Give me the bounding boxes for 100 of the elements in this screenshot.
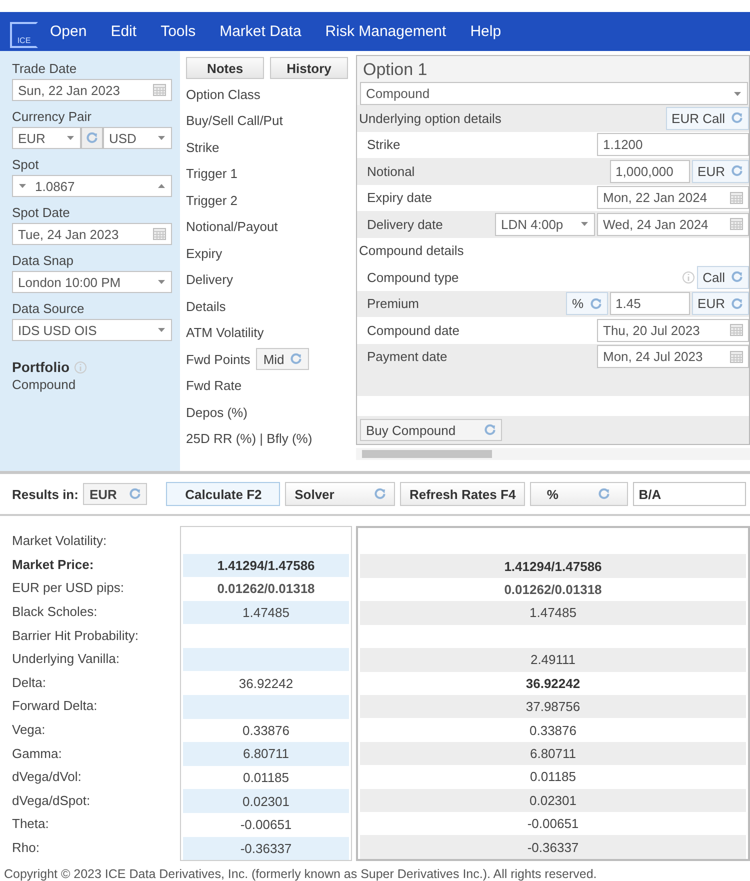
- refresh-icon: [598, 488, 610, 500]
- toggle-button[interactable]: EUR Call: [666, 106, 749, 130]
- menu-item[interactable]: Risk Management: [325, 23, 446, 40]
- row-label: Expiry date: [367, 190, 432, 206]
- portfolio-value: Compound: [12, 377, 77, 392]
- tab-button[interactable]: History: [270, 57, 348, 79]
- portfolio-label: Portfolio: [12, 359, 70, 375]
- calendar-icon: [153, 228, 166, 240]
- result-label: Black Scholes:: [12, 603, 98, 622]
- table-cell: 2.49111: [360, 648, 746, 672]
- result-label: Market Volatility:: [12, 532, 108, 550]
- refresh-icon: [484, 424, 496, 436]
- result-label: Barrier Hit Probability:: [12, 626, 140, 645]
- refresh-icon: [86, 132, 98, 144]
- table-cell-text: -0.00651: [526, 815, 580, 834]
- row-label: Delivery: [186, 272, 233, 288]
- result-label: Theta:: [12, 815, 50, 834]
- refresh-icon: [731, 112, 743, 124]
- table-cell: 1.41294/1.47586: [360, 554, 746, 578]
- table-cell: 0.02301: [183, 789, 349, 813]
- date-field[interactable]: Sun, 22 Jan 2023: [12, 79, 172, 101]
- toggle-button[interactable]: EUR: [83, 483, 148, 505]
- toggle-button[interactable]: EUR: [692, 292, 749, 316]
- row-label: Strike: [186, 140, 220, 155]
- caret-icon: [18, 183, 27, 189]
- menu-item[interactable]: Help: [470, 23, 502, 40]
- swap-button[interactable]: [81, 127, 103, 149]
- input-field[interactable]: 1.45: [610, 292, 690, 316]
- row-label: Expiry: [186, 246, 222, 261]
- toggle-button[interactable]: Mid: [256, 348, 310, 370]
- result-label: Underlying Vanilla:: [12, 650, 120, 668]
- refresh-icon: [731, 298, 743, 310]
- table-cell-text: 0.33876: [242, 722, 290, 740]
- spinner-field[interactable]: 1.0867: [12, 175, 172, 197]
- table-cell-text: 0.01262/0.01318: [503, 581, 603, 600]
- dropdown[interactable]: IDS USD OIS: [12, 319, 172, 341]
- results-label: Results in:: [12, 486, 78, 502]
- dropdown[interactable]: USD: [103, 127, 172, 149]
- caret-icon: [66, 135, 75, 141]
- result-label: Rho:: [12, 839, 40, 858]
- menu-item[interactable]: Market Data: [220, 23, 302, 40]
- toggle-button[interactable]: %: [566, 292, 608, 316]
- table-cell: 6.80711: [360, 742, 746, 766]
- result-label: EUR per USD pips:: [12, 579, 125, 598]
- toggle-button[interactable]: EUR: [692, 160, 749, 183]
- field-label: Currency Pair: [12, 109, 92, 124]
- row-label: Fwd Rate: [186, 378, 242, 394]
- result-label: dVega/dSpot:: [12, 792, 92, 810]
- logo-text: ICE: [17, 36, 31, 46]
- toggle-button[interactable]: Solver: [285, 482, 396, 506]
- calculate-button[interactable]: Calculate F2: [166, 482, 280, 506]
- date-field[interactable]: Mon, 24 Jul 2023: [597, 345, 749, 368]
- table-cell-text: 0.33876: [528, 722, 578, 740]
- date-field[interactable]: Thu, 20 Jul 2023: [597, 318, 749, 342]
- date-field[interactable]: Tue, 24 Jan 2023: [12, 223, 172, 245]
- table-cell: 1.47485: [360, 601, 746, 625]
- dropdown[interactable]: Compound: [360, 82, 748, 105]
- field-label: Spot Date: [12, 205, 71, 220]
- table-cell: 1.41294/1.47586: [183, 554, 349, 578]
- field-label: Data Snap: [12, 253, 74, 268]
- row-label: Option Class: [186, 86, 260, 102]
- input-field[interactable]: 1.1200: [597, 133, 749, 156]
- caret-icon: [580, 221, 589, 228]
- result-label: Gamma:: [12, 744, 63, 763]
- scrollbar[interactable]: [356, 448, 750, 460]
- info-icon: [682, 270, 695, 284]
- refresh-button[interactable]: Refresh Rates F4: [400, 482, 525, 506]
- toggle-button[interactable]: %: [530, 482, 628, 506]
- result-label: dVega/dVol:: [12, 768, 82, 786]
- menu-item[interactable]: Tools: [160, 23, 196, 40]
- date-field[interactable]: Wed, 24 Jan 2024: [597, 212, 749, 236]
- table-cell-text: 0.01262/0.01318: [216, 580, 316, 598]
- refresh-icon: [731, 271, 743, 284]
- toggle-button[interactable]: Buy Compound: [360, 419, 502, 441]
- menu-item[interactable]: Open: [50, 23, 87, 40]
- field-label: Trade Date: [12, 61, 78, 76]
- row-label: Details: [186, 298, 226, 314]
- table-cell-text: 36.92242: [524, 674, 582, 693]
- date-field[interactable]: Mon, 22 Jan 2024: [597, 186, 749, 210]
- table-cell: -0.36337: [183, 836, 349, 860]
- input-field[interactable]: B/A: [632, 482, 746, 506]
- row-label: Trigger 2: [186, 192, 238, 208]
- row-label: Strike: [367, 137, 400, 152]
- dropdown[interactable]: EUR: [12, 127, 81, 149]
- caret-icon: [157, 135, 166, 141]
- row-label: Payment date: [367, 349, 448, 364]
- input-field[interactable]: 1,000,000: [610, 160, 690, 183]
- caret-icon: [157, 183, 166, 189]
- menu-item[interactable]: Edit: [110, 23, 137, 40]
- row-label: ATM Volatility: [186, 325, 264, 340]
- dropdown[interactable]: London 10:00 PM: [12, 271, 172, 293]
- refresh-icon: [731, 165, 743, 178]
- toggle-button[interactable]: Call: [696, 266, 749, 289]
- scroll-thumb[interactable]: [362, 450, 492, 458]
- row-label: Buy/Sell Call/Put: [186, 113, 283, 128]
- row-label: Compound type: [367, 270, 459, 285]
- table-cell-text: 0.01185: [242, 769, 290, 788]
- tab-button[interactable]: Notes: [186, 57, 264, 79]
- dropdown[interactable]: LDN 4:00p: [495, 212, 595, 236]
- row-label: Fwd Points: [186, 352, 250, 367]
